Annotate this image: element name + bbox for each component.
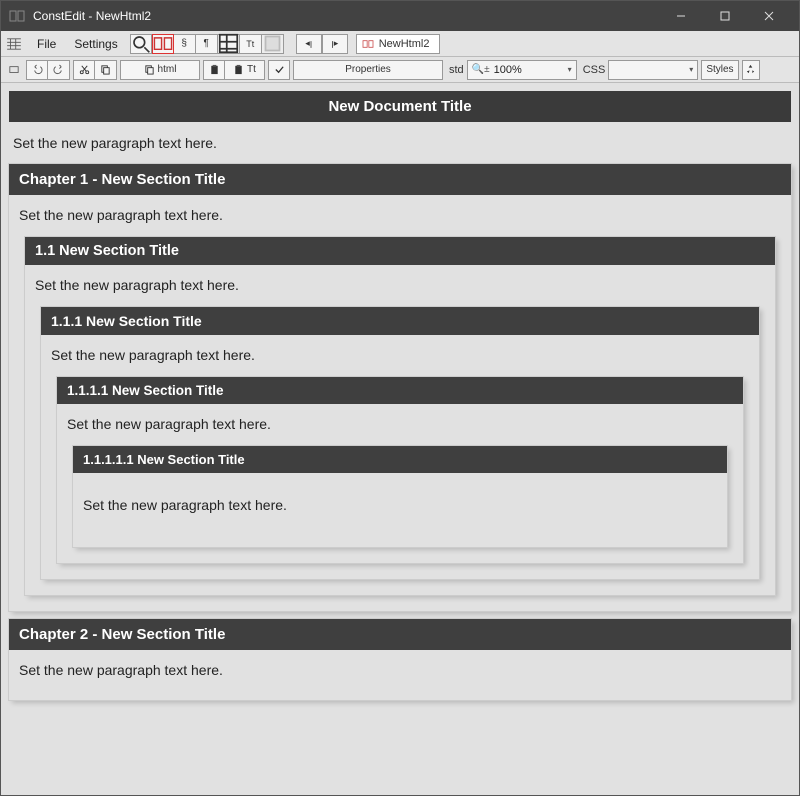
document-title[interactable]: New Document Title xyxy=(9,91,791,122)
tab-label: NewHtml2 xyxy=(379,38,430,50)
minimize-button[interactable] xyxy=(659,1,703,31)
section-chapter-1[interactable]: Chapter 1 - New Section Title Set the ne… xyxy=(9,164,791,611)
document-tab[interactable]: NewHtml2 xyxy=(356,34,441,54)
std-label: std xyxy=(449,64,464,76)
section-1-1-1[interactable]: 1.1.1 New Section Title Set the new para… xyxy=(41,307,759,579)
chevron-down-icon: ▾ xyxy=(568,65,572,74)
styles-button[interactable]: Styles xyxy=(701,60,738,80)
blank-mode-icon[interactable] xyxy=(262,34,284,54)
view-mode-group: § ¶ Tt xyxy=(130,34,284,54)
book-view-icon[interactable] xyxy=(152,34,174,54)
css-select[interactable]: ▾ xyxy=(608,60,698,80)
toolbar-secondary: html Tt Properties std 🔍± 100% ▾ CSS xyxy=(1,57,799,83)
workspace[interactable]: New Document Title Set the new paragraph… xyxy=(1,83,799,795)
window-title: ConstEdit - NewHtml2 xyxy=(33,9,659,23)
nav-prev-button[interactable]: ◂ꞁ xyxy=(296,34,322,54)
section-heading[interactable]: 1.1.1.1 New Section Title xyxy=(57,377,743,404)
nav-group: ◂ꞁ ꞁ▸ xyxy=(296,34,348,54)
paragraph[interactable]: Set the new paragraph text here. xyxy=(81,473,719,539)
insert-html-button[interactable]: html xyxy=(120,60,200,80)
paragraph[interactable]: Set the new paragraph text here. xyxy=(33,265,767,307)
section-chapter-2[interactable]: Chapter 2 - New Section Title Set the ne… xyxy=(9,619,791,700)
cut-button[interactable] xyxy=(73,60,95,80)
paste-text-button[interactable]: Tt xyxy=(225,60,265,80)
app-icon xyxy=(9,9,25,23)
copy-button[interactable] xyxy=(95,60,117,80)
zoom-value: 100% xyxy=(494,64,564,76)
section-1-1-1-1-1[interactable]: 1.1.1.1.1 New Section Title Set the new … xyxy=(73,446,727,547)
titlebar: ConstEdit - NewHtml2 xyxy=(1,1,799,31)
paragraph[interactable]: Set the new paragraph text here. xyxy=(17,195,783,237)
redo-button[interactable] xyxy=(48,60,70,80)
section-heading[interactable]: 1.1 New Section Title xyxy=(25,237,775,265)
close-button[interactable] xyxy=(747,1,791,31)
properties-label: Properties xyxy=(345,64,391,75)
text-mode-icon[interactable]: Tt xyxy=(240,34,262,54)
section-symbol-icon[interactable]: § xyxy=(174,34,196,54)
nav-next-button[interactable]: ꞁ▸ xyxy=(322,34,348,54)
section-1-1-1-1[interactable]: 1.1.1.1 New Section Title Set the new pa… xyxy=(57,377,743,563)
paragraph[interactable]: Set the new paragraph text here. xyxy=(17,650,783,692)
section-heading[interactable]: Chapter 2 - New Section Title xyxy=(9,619,791,650)
section-heading[interactable]: 1.1.1.1.1 New Section Title xyxy=(73,446,727,473)
search-icon[interactable] xyxy=(130,34,152,54)
paragraph[interactable]: Set the new paragraph text here. xyxy=(9,122,791,164)
section-heading[interactable]: Chapter 1 - New Section Title xyxy=(9,164,791,195)
paragraph[interactable]: Set the new paragraph text here. xyxy=(49,335,751,377)
styles-label: Styles xyxy=(706,64,733,75)
pilcrow-icon[interactable]: ¶ xyxy=(196,34,218,54)
properties-button[interactable]: Properties xyxy=(293,60,443,80)
check-button[interactable] xyxy=(268,60,290,80)
menubar: File Settings § ¶ Tt ◂ꞁ ꞁ▸ xyxy=(1,31,799,57)
paste-text-label: Tt xyxy=(247,64,256,75)
insert-html-label: html xyxy=(158,64,177,75)
book-icon xyxy=(361,39,375,49)
menu-file[interactable]: File xyxy=(29,34,64,54)
chevron-down-icon: ▾ xyxy=(689,65,693,74)
maximize-button[interactable] xyxy=(703,1,747,31)
section-heading[interactable]: 1.1.1 New Section Title xyxy=(41,307,759,335)
document-tiny-icon[interactable] xyxy=(5,60,23,80)
undo-button[interactable] xyxy=(26,60,48,80)
recycle-button[interactable] xyxy=(742,60,760,80)
zoom-select[interactable]: 🔍± 100% ▾ xyxy=(467,60,577,80)
panels-icon[interactable] xyxy=(5,35,23,53)
section-1-1[interactable]: 1.1 New Section Title Set the new paragr… xyxy=(25,237,775,595)
paragraph[interactable]: Set the new paragraph text here. xyxy=(65,404,735,446)
table-view-icon[interactable] xyxy=(218,34,240,54)
paste-button[interactable] xyxy=(203,60,225,80)
css-label: CSS xyxy=(583,64,606,76)
menu-settings[interactable]: Settings xyxy=(66,34,125,54)
